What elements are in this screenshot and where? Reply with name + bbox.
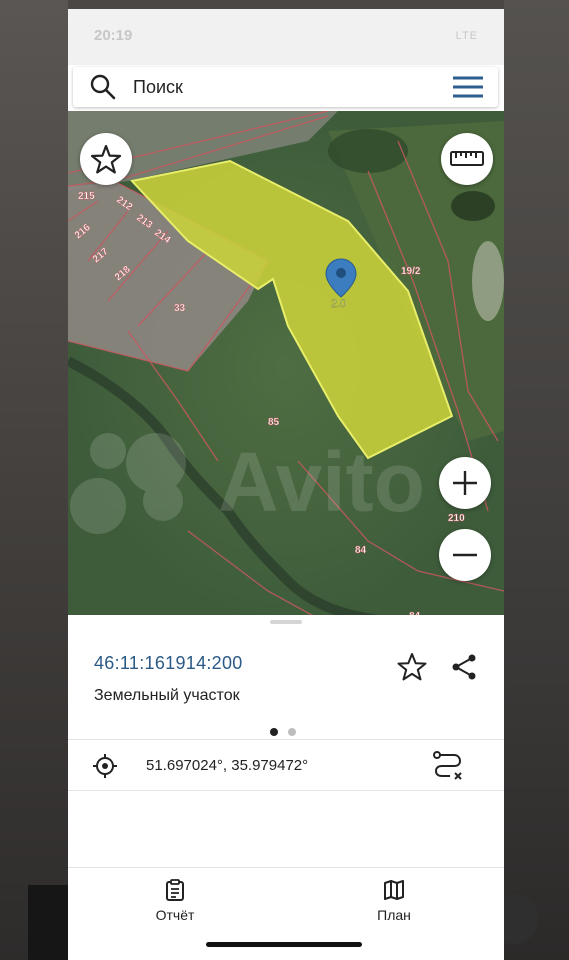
background-left — [0, 0, 68, 960]
search-icon — [90, 74, 116, 100]
plot-label-84-a: 84 — [355, 545, 367, 556]
page-dot[interactable] — [288, 728, 297, 736]
search-input[interactable]: Поиск — [133, 77, 183, 98]
coordinates: 51.697024°, 35.979472° — [146, 757, 309, 774]
tab-plan-label: План — [377, 907, 411, 923]
favorite-map-button[interactable] — [80, 133, 132, 185]
cadastral-number: 46:11:161914:200 — [94, 653, 243, 673]
plot-label-selected: 2.0 — [331, 298, 346, 310]
plot-label-210: 210 — [448, 513, 465, 524]
bottom-tab-bar: Отчёт План — [68, 867, 504, 960]
home-indicator[interactable] — [206, 942, 362, 947]
divider — [68, 739, 504, 740]
parcel-info-sheet: 46:11:161914:200 Земельный участок 51.69… — [68, 615, 504, 960]
status-bar: 20:19 LTE — [68, 9, 504, 65]
parcel-type: Земельный участок — [94, 687, 240, 704]
map-icon — [384, 880, 404, 900]
map-view[interactable]: 215 212 213 214 216 217 218 33 19/2 85 2… — [68, 111, 504, 624]
ruler-icon — [450, 151, 484, 166]
tabbar-divider — [68, 867, 504, 868]
plot-label-19-2: 19/2 — [401, 266, 421, 277]
status-time: 20:19 — [94, 27, 133, 44]
page-dot-active[interactable] — [270, 728, 278, 736]
background-object — [28, 885, 70, 960]
background-right — [504, 0, 569, 960]
menu-icon[interactable] — [452, 76, 484, 98]
phone-screen: 20:19 LTE 215 212 213 214 216 217 218 33… — [68, 9, 504, 960]
tab-report-label: Отчёт — [155, 907, 195, 923]
star-icon — [90, 144, 122, 174]
map-watermark: Avito — [218, 435, 425, 529]
star-icon[interactable] — [396, 651, 428, 683]
plot-label-215: 215 — [78, 191, 95, 202]
plot-label-85: 85 — [268, 417, 280, 428]
status-network: LTE — [455, 30, 478, 42]
search-bar[interactable]: Поиск — [73, 67, 498, 107]
zoom-out-button[interactable] — [439, 529, 491, 581]
crosshair-icon[interactable] — [92, 753, 118, 779]
plot-label-33: 33 — [174, 303, 186, 314]
share-icon[interactable] — [448, 651, 480, 683]
tab-report[interactable]: Отчёт — [130, 879, 220, 923]
sheet-grabber[interactable] — [270, 620, 302, 624]
divider — [68, 790, 504, 791]
ruler-button[interactable] — [441, 133, 493, 185]
report-icon — [166, 879, 184, 901]
plus-icon — [453, 471, 477, 495]
minus-icon — [453, 553, 477, 557]
route-icon[interactable] — [432, 749, 464, 781]
tab-plan[interactable]: План — [349, 879, 439, 923]
zoom-in-button[interactable] — [439, 457, 491, 509]
